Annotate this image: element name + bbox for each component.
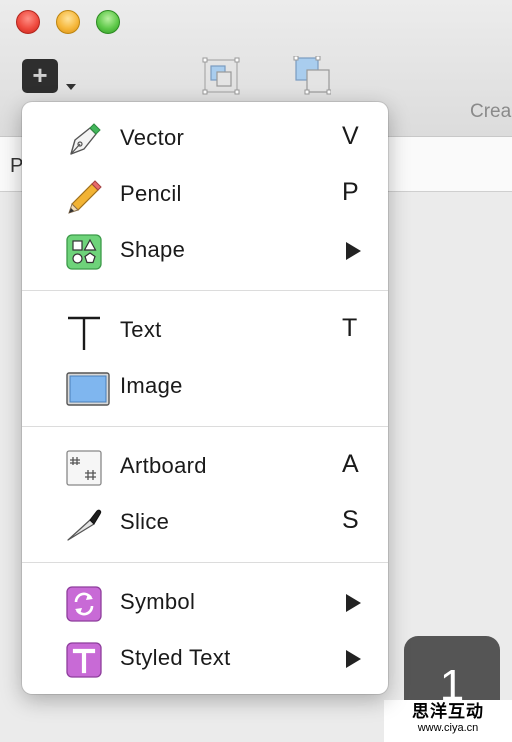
styled-text-icon <box>66 642 102 678</box>
menu-item-pencil[interactable]: Pencil P <box>22 170 388 220</box>
close-window-button[interactable] <box>16 10 40 34</box>
menu-item-symbol[interactable]: Symbol <box>22 578 388 628</box>
menu-item-text[interactable]: Text T <box>22 306 388 356</box>
submenu-arrow-icon <box>346 242 361 260</box>
shortcut-key: P <box>342 178 359 206</box>
insert-button[interactable]: + <box>22 59 58 93</box>
shortcut-key: A <box>342 450 359 478</box>
shortcut-key: V <box>342 122 359 150</box>
shortcut-key: T <box>342 314 358 342</box>
insert-menu: Vector V Pencil P Shape Text T Image Art… <box>22 102 388 694</box>
text-icon <box>68 316 100 350</box>
chevron-down-icon[interactable] <box>66 84 76 90</box>
menu-item-label: Artboard <box>120 453 207 478</box>
menu-item-label: Pencil <box>120 181 182 206</box>
menu-item-label: Styled Text <box>120 645 231 670</box>
group-icon[interactable] <box>202 56 240 96</box>
watermark-text: 思洋互动 <box>412 702 484 721</box>
image-icon <box>66 372 110 406</box>
menu-item-slice[interactable]: Slice S <box>22 498 388 548</box>
menu-item-label: Shape <box>120 237 186 262</box>
menu-separator <box>22 562 388 563</box>
knife-icon <box>67 509 102 541</box>
menu-item-styled-text[interactable]: Styled Text <box>22 634 388 684</box>
zoom-window-button[interactable] <box>96 10 120 34</box>
minimize-window-button[interactable] <box>56 10 80 34</box>
menu-item-label: Image <box>120 373 183 398</box>
shape-icon <box>66 234 102 270</box>
pen-icon <box>70 123 101 155</box>
menu-item-label: Text <box>120 317 162 342</box>
artboard-icon <box>66 450 102 486</box>
menu-item-vector[interactable]: Vector V <box>22 114 388 164</box>
menu-item-image[interactable]: Image <box>22 362 388 412</box>
create-symbol-label[interactable]: Crea <box>470 101 511 123</box>
menu-item-label: Vector <box>120 125 185 150</box>
menu-separator <box>22 290 388 291</box>
menu-item-label: Slice <box>120 509 170 534</box>
ungroup-icon[interactable] <box>293 56 331 96</box>
menu-separator <box>22 426 388 427</box>
watermark-url: www.ciya.cn <box>417 721 479 734</box>
menu-item-shape[interactable]: Shape <box>22 226 388 276</box>
shortcut-key: S <box>342 506 359 534</box>
watermark: 思洋互动 www.ciya.cn <box>384 700 512 742</box>
symbol-icon <box>66 586 102 622</box>
pencil-icon <box>68 180 102 214</box>
menu-item-label: Symbol <box>120 589 196 614</box>
submenu-arrow-icon <box>346 650 361 668</box>
submenu-arrow-icon <box>346 594 361 612</box>
menu-item-artboard[interactable]: Artboard A <box>22 442 388 492</box>
